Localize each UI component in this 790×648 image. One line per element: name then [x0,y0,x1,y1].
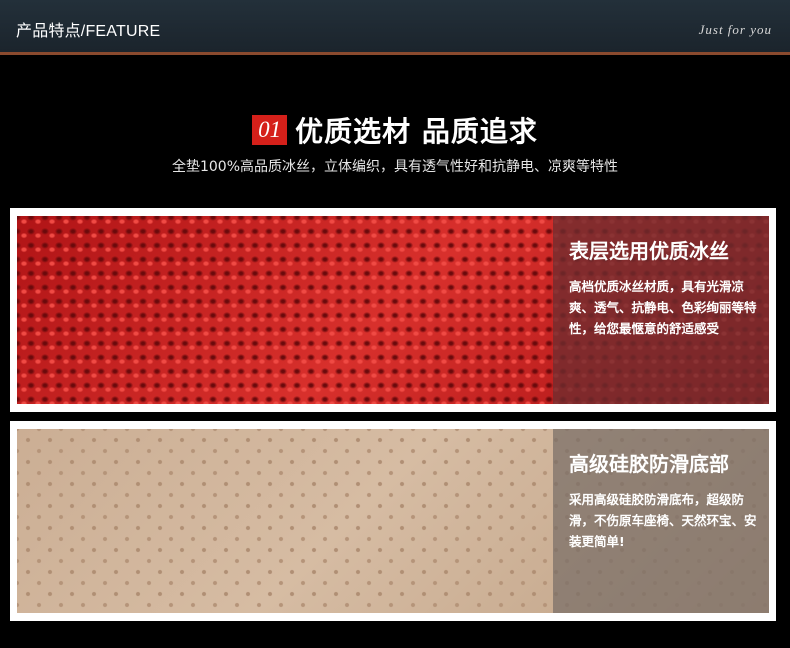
beige-silicone-base-fabric-image: 高级硅胶防滑底部 采用高级硅胶防滑底布，超级防滑，不伤原车座椅、天然环宝、安装更… [17,429,769,613]
feature-caption-title: 高级硅胶防滑底部 [569,452,729,476]
section-number-badge: 01 [252,115,288,145]
header-tagline: Just for you [698,22,772,37]
feature-caption-text: 高档优质冰丝材质，具有光滑凉爽、透气、抗静电、色彩绚丽等特性，给您最惬意的舒适感… [569,279,757,336]
section-heading: 01 优质选材 品质追求 [0,110,790,150]
section-title: 优质选材 品质追求 [295,115,538,148]
feature-panel-silicone-base: 高级硅胶防滑底部 采用高级硅胶防滑底布，超级防滑，不伤原车座椅、天然环宝、安装更… [10,421,776,621]
feature-panel-ice-silk: 表层选用优质冰丝 高档优质冰丝材质，具有光滑凉爽、透气、抗静电、色彩绚丽等特性，… [10,208,776,412]
feature-caption-box: 表层选用优质冰丝 高档优质冰丝材质，具有光滑凉爽、透气、抗静电、色彩绚丽等特性，… [553,216,769,404]
feature-caption-text: 采用高级硅胶防滑底布，超级防滑，不伤原车座椅、天然环宝、安装更简单! [569,492,757,549]
feature-caption-title: 表层选用优质冰丝 [569,239,729,263]
header-title: 产品特点/FEATURE [16,23,161,40]
red-ice-silk-fabric-image: 表层选用优质冰丝 高档优质冰丝材质，具有光滑凉爽、透气、抗静电、色彩绚丽等特性，… [17,216,769,404]
header-bar: 产品特点/FEATURE Just for you [0,0,790,55]
feature-caption-box: 高级硅胶防滑底部 采用高级硅胶防滑底布，超级防滑，不伤原车座椅、天然环宝、安装更… [553,429,769,613]
feature-page: 产品特点/FEATURE Just for you 01 优质选材 品质追求 全垫… [0,0,790,648]
section-subtitle: 全垫100%高品质冰丝，立体编织，具有透气性好和抗静电、凉爽等特性 [171,159,619,175]
